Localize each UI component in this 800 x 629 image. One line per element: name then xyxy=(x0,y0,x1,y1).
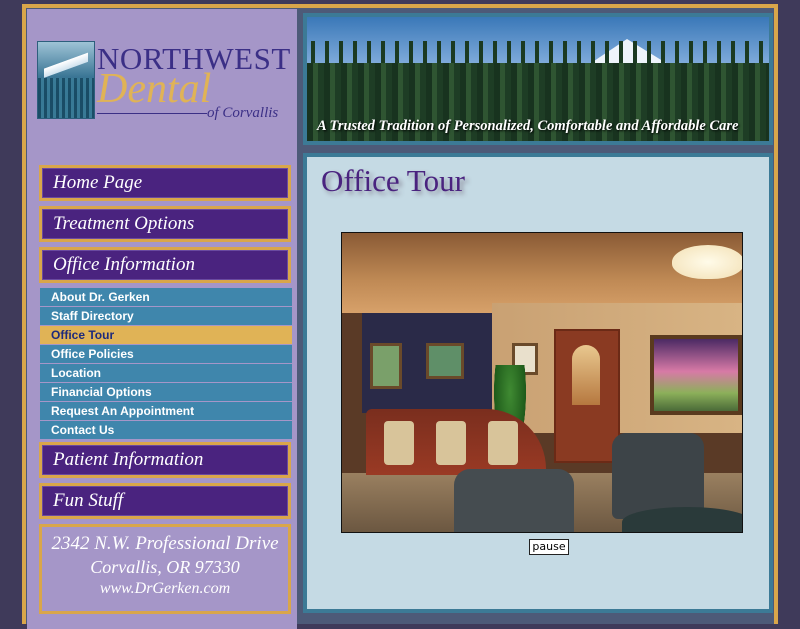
subnav-item-request-appointment[interactable]: Request An Appointment xyxy=(40,402,292,420)
reception-desk xyxy=(366,409,546,475)
logo-of-corvallis-text: of Corvallis xyxy=(207,105,279,121)
site-logo[interactable]: NORTHWEST Dental of Corvallis xyxy=(37,41,290,131)
nav-patient-information-label: Patient Information xyxy=(42,445,288,475)
page-title: Office Tour xyxy=(321,163,465,198)
nav-fun-stuff-label: Fun Stuff xyxy=(42,486,288,516)
address-city: Corvallis, OR 97330 xyxy=(90,557,240,577)
banner-tagline: A Trusted Tradition of Personalized, Com… xyxy=(317,118,739,134)
address-inner: 2342 N.W. Professional Drive Corvallis, … xyxy=(42,527,288,611)
subnav-item-staff-directory[interactable]: Staff Directory xyxy=(40,307,292,325)
wall-painting-small-2 xyxy=(426,343,464,379)
mountain-banner-image: A Trusted Tradition of Personalized, Com… xyxy=(307,17,769,141)
logo-trees-shape xyxy=(38,78,94,118)
ceiling-lamp xyxy=(672,245,742,279)
main-content-frame: Office Tour pause xyxy=(303,153,773,613)
photo-door xyxy=(554,329,620,463)
subnav-item-location[interactable]: Location xyxy=(40,364,292,382)
desk-panel xyxy=(436,421,466,465)
subnav-item-office-tour[interactable]: Office Tour xyxy=(40,326,292,344)
address-street: 2342 N.W. Professional Drive xyxy=(51,533,279,554)
nav-patient-information[interactable]: Patient Information xyxy=(39,442,291,478)
nav-home-page[interactable]: Home Page xyxy=(39,165,291,201)
armchair-left xyxy=(454,469,574,532)
mountain-logo-icon xyxy=(37,41,95,119)
wall-painting-small-1 xyxy=(370,343,402,389)
nav-treatment-options-label: Treatment Options xyxy=(42,209,288,239)
office-tour-slideshow-image xyxy=(341,232,743,533)
desk-panel xyxy=(488,421,518,465)
door-window xyxy=(572,345,600,405)
sidebar: NORTHWEST Dental of Corvallis Home Page … xyxy=(27,9,297,629)
nav-office-information[interactable]: Office Information xyxy=(39,247,291,283)
nav-fun-stuff[interactable]: Fun Stuff xyxy=(39,483,291,519)
subnav: About Dr. Gerken Staff Directory Office … xyxy=(40,288,292,440)
header-banner: A Trusted Tradition of Personalized, Com… xyxy=(303,13,773,145)
wall-painting-large xyxy=(650,335,742,415)
nav-home-page-label: Home Page xyxy=(42,168,288,198)
subnav-item-financial-options[interactable]: Financial Options xyxy=(40,383,292,401)
subnav-item-contact-us[interactable]: Contact Us xyxy=(40,421,292,439)
subnav-item-about[interactable]: About Dr. Gerken xyxy=(40,288,292,306)
website-link[interactable]: www.DrGerken.com xyxy=(42,580,288,598)
subnav-item-office-policies[interactable]: Office Policies xyxy=(40,345,292,363)
address-box: 2342 N.W. Professional Drive Corvallis, … xyxy=(39,524,291,614)
nav-treatment-options[interactable]: Treatment Options xyxy=(39,206,291,242)
coffee-table xyxy=(622,507,742,532)
main-content: Office Tour pause xyxy=(307,157,769,609)
slideshow-pause-button[interactable]: pause xyxy=(529,539,569,555)
desk-panel xyxy=(384,421,414,465)
logo-mountain-shape xyxy=(44,50,88,80)
nav-office-information-label: Office Information xyxy=(42,250,288,280)
logo-divider xyxy=(97,113,207,114)
logo-dental-text: Dental xyxy=(97,66,212,112)
